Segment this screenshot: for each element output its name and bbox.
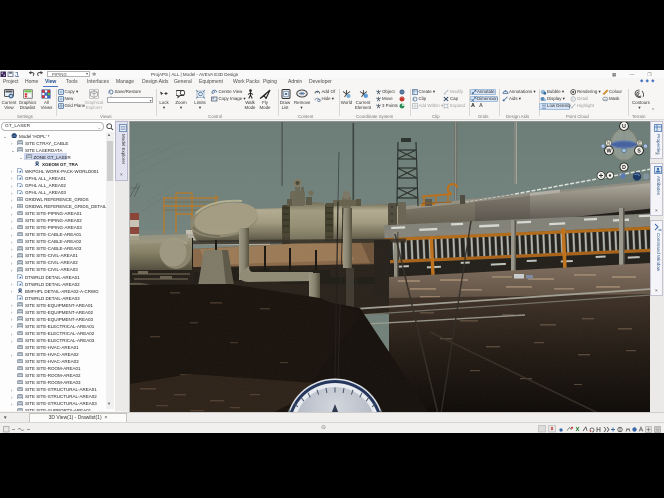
svg-text:N: N bbox=[607, 140, 610, 145]
svg-text:S: S bbox=[637, 148, 641, 154]
svg-text:D: D bbox=[622, 165, 626, 171]
svg-text:E: E bbox=[638, 140, 641, 145]
svg-text:U: U bbox=[622, 124, 626, 130]
